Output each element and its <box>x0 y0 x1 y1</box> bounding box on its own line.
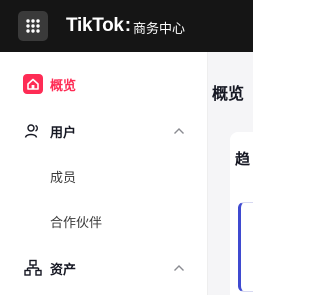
sidebar-subitem-partners[interactable]: 合作伙伴 <box>0 201 208 241</box>
users-icon <box>23 121 43 141</box>
sidebar-subitem-label: 合作伙伴 <box>50 214 103 230</box>
sidebar-item-label: 用户 <box>50 124 77 140</box>
card-title: 趋 <box>235 151 251 168</box>
page-title: 概览 <box>212 86 245 103</box>
logo-separator: : <box>124 15 132 36</box>
sidebar-subitem-members[interactable]: 成员 <box>0 156 208 196</box>
tiktok-logo[interactable]: TikTok : 商务中心 <box>66 14 185 38</box>
top-bar: TikTok : 商务中心 <box>0 0 253 52</box>
main-content: 概览 趋 <box>208 52 253 295</box>
logo-product-name: 商务中心 <box>133 20 186 36</box>
app-root: TikTok : 商务中心 概览 用户 成员 合作伙伴 资产 概览 趋 <box>0 0 253 295</box>
home-icon <box>23 74 43 94</box>
sidebar-item-users[interactable]: 用户 <box>0 111 208 151</box>
sidebar-subitem-label: 成员 <box>50 169 77 185</box>
chevron-up-icon[interactable] <box>172 124 186 138</box>
app-grid-button[interactable] <box>18 11 48 41</box>
sidebar-item-assets[interactable]: 资产 <box>0 248 208 288</box>
sidebar-item-overview[interactable]: 概览 <box>0 64 208 104</box>
grid-icon <box>26 19 40 33</box>
trend-card: 趋 <box>230 132 253 295</box>
sidebar-item-label: 概览 <box>50 77 77 93</box>
sidebar-item-label: 资产 <box>50 261 77 277</box>
logo-brand: TikTok <box>66 15 124 36</box>
chevron-up-icon[interactable] <box>172 261 186 275</box>
sidebar: 概览 用户 成员 合作伙伴 资产 <box>0 52 208 295</box>
trend-panel[interactable] <box>238 202 253 292</box>
assets-icon <box>23 258 43 278</box>
